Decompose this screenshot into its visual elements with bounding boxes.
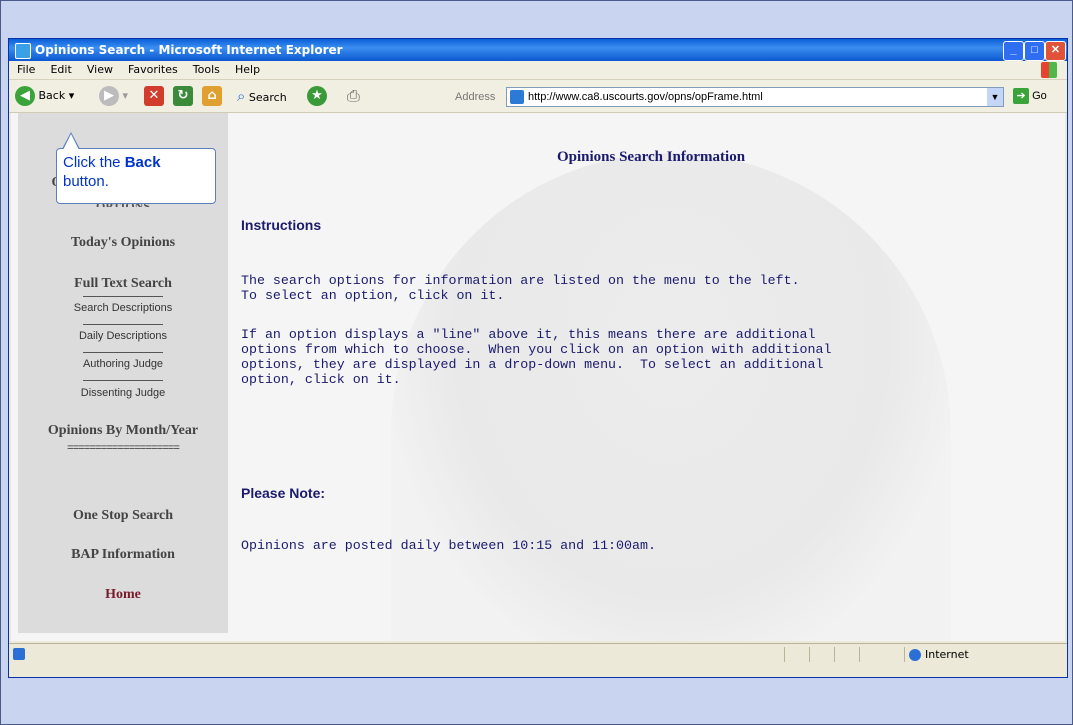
globe-icon xyxy=(909,649,921,661)
status-divider xyxy=(809,647,810,662)
main-panel: Opinions Search Information Instructions… xyxy=(241,113,1061,633)
menu-edit[interactable]: Edit xyxy=(50,63,71,76)
refresh-button[interactable]: ↻ xyxy=(173,85,193,107)
browser-window: Opinions Search - Microsoft Internet Exp… xyxy=(8,38,1068,678)
instructions-paragraph-2: If an option displays a "line" above it,… xyxy=(241,327,832,387)
print-icon: ⎙ xyxy=(347,86,360,105)
favorites-button[interactable]: ★ xyxy=(307,85,327,107)
callout-bold: Back xyxy=(124,154,161,171)
divider xyxy=(83,352,163,353)
menu-one-stop-search[interactable]: One Stop Search xyxy=(18,508,228,524)
address-url: http://www.ca8.uscourts.gov/opns/opFrame… xyxy=(528,91,763,103)
tutorial-callout: Click the Back button. xyxy=(56,148,216,204)
print-button[interactable]: ⎙ xyxy=(347,85,360,107)
page-title: Opinions Search Information xyxy=(556,149,746,165)
status-divider xyxy=(784,647,785,662)
forward-arrow-icon: ▶ xyxy=(99,86,119,106)
stop-icon: ✕ xyxy=(144,86,164,106)
page-icon xyxy=(510,90,524,105)
stop-button[interactable]: ✕ xyxy=(144,85,164,107)
divider xyxy=(83,296,163,297)
menu-opinions-by-month[interactable]: Opinions By Month/Year xyxy=(18,423,228,439)
menu-view[interactable]: View xyxy=(87,63,113,76)
history-icon: ★ xyxy=(307,86,327,106)
address-dropdown-icon[interactable]: ▼ xyxy=(987,88,1003,106)
callout-suffix: button. xyxy=(63,173,109,190)
go-arrow-icon: ➔ xyxy=(1013,88,1029,105)
menu-bap-information[interactable]: BAP Information xyxy=(18,547,228,563)
menu-dissenting-judge[interactable]: Dissenting Judge xyxy=(18,387,228,399)
minimize-button[interactable]: _ xyxy=(1003,41,1024,61)
address-bar[interactable]: http://www.ca8.uscourts.gov/opns/opFrame… xyxy=(506,87,1004,107)
instructions-paragraph-1: The search options for information are l… xyxy=(241,273,800,303)
search-label: Search xyxy=(248,91,287,104)
menu-full-text-search[interactable]: Full Text Search xyxy=(18,276,228,292)
callout-pointer-inner xyxy=(63,134,79,150)
status-divider xyxy=(834,647,835,662)
refresh-icon: ↻ xyxy=(173,86,193,106)
address-label: Address xyxy=(455,91,496,103)
menu-home[interactable]: Home xyxy=(18,587,228,603)
menu-tools[interactable]: Tools xyxy=(193,63,220,76)
home-icon: ⌂ xyxy=(202,86,222,106)
menu-authoring-judge[interactable]: Authoring Judge xyxy=(18,358,228,370)
back-label: Back xyxy=(38,89,66,102)
note-text: Opinions are posted daily between 10:15 … xyxy=(241,538,656,553)
forward-button[interactable]: ▶ ▾ xyxy=(99,85,128,107)
search-icon: ⌕ xyxy=(237,87,246,105)
menu-daily-descriptions[interactable]: Daily Descriptions xyxy=(18,330,228,342)
menu-divider-text: ==================== xyxy=(66,443,180,453)
page-status-icon xyxy=(13,648,25,660)
status-bar: Internet xyxy=(9,643,1067,665)
window-title: Opinions Search - Microsoft Internet Exp… xyxy=(35,43,343,57)
menu-file[interactable]: File xyxy=(17,63,35,76)
maximize-button[interactable]: □ xyxy=(1024,41,1045,61)
search-button[interactable]: ⌕ Search xyxy=(237,85,287,107)
forward-dropdown-icon[interactable]: ▾ xyxy=(123,89,129,102)
callout-prefix: Click the xyxy=(63,154,125,171)
note-heading: Please Note: xyxy=(241,485,326,501)
home-button[interactable]: ⌂ xyxy=(202,85,222,107)
menu-favorites[interactable]: Favorites xyxy=(128,63,178,76)
go-button[interactable]: ➔ Go xyxy=(1013,87,1047,105)
go-label: Go xyxy=(1032,90,1047,102)
back-dropdown-icon[interactable]: ▾ xyxy=(69,89,75,102)
windows-flag-icon xyxy=(1041,62,1057,78)
instructions-heading: Instructions xyxy=(241,217,322,233)
zone-label: Internet xyxy=(925,648,969,661)
menu-bar: File Edit View Favorites Tools Help xyxy=(9,61,1067,80)
security-zone: Internet xyxy=(909,644,969,665)
status-divider xyxy=(904,647,905,662)
divider xyxy=(83,380,163,381)
toolbar: ◀ Back ▾ ▶ ▾ ✕ ↻ ⌂ ⌕ Search ★ ⎙ Address … xyxy=(9,80,1067,113)
menu-search-descriptions[interactable]: Search Descriptions xyxy=(18,302,228,314)
ie-icon xyxy=(15,43,31,59)
menu-help[interactable]: Help xyxy=(235,63,260,76)
back-arrow-icon: ◀ xyxy=(15,86,35,106)
title-bar: Opinions Search - Microsoft Internet Exp… xyxy=(9,39,1067,61)
close-button[interactable]: ✕ xyxy=(1045,41,1066,61)
menu-todays-opinions[interactable]: Today's Opinions xyxy=(18,235,228,251)
divider xyxy=(83,324,163,325)
back-button[interactable]: ◀ Back ▾ xyxy=(15,85,74,107)
status-divider xyxy=(859,647,860,662)
